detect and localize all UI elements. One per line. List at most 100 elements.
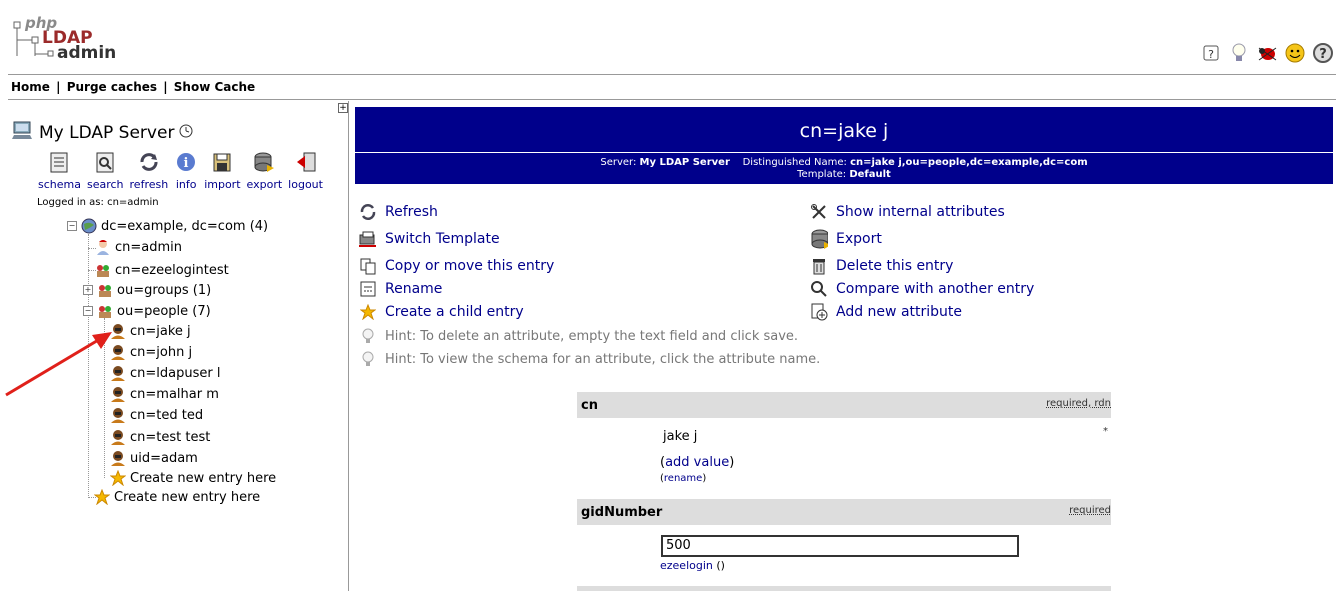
group-icon: [97, 282, 113, 298]
tree-item-person[interactable]: cn=john j: [110, 344, 192, 360]
hint-delete-attribute: Hint: To delete an attribute, empty the …: [359, 327, 798, 345]
header-divider: [8, 74, 1336, 75]
tree-item-cn-admin[interactable]: cn=admin: [95, 239, 182, 255]
attribute-flags: required, rdn: [1046, 398, 1111, 409]
expand-toggle[interactable]: +: [83, 285, 93, 295]
nav-home-link[interactable]: Home: [11, 80, 50, 94]
gidnumber-value-field[interactable]: 500: [661, 535, 1019, 557]
tree-item-person[interactable]: cn=test test: [110, 429, 210, 445]
add-attribute-label: Add new attribute: [836, 304, 963, 320]
rename-action[interactable]: Rename: [359, 280, 442, 298]
template-label: Template:: [797, 169, 847, 180]
smiley-icon[interactable]: [1284, 42, 1306, 64]
tree-item-person[interactable]: cn=ldapuser l: [110, 365, 220, 381]
hint-text: Hint: To view the schema for an attribut…: [385, 351, 821, 367]
create-child-entry-link[interactable]: Create new entry here: [109, 469, 276, 487]
entry-title-box: cn=jake j Server: My LDAP Server Disting…: [355, 107, 1333, 184]
help-icon[interactable]: ?: [1200, 42, 1222, 64]
copy-move-action[interactable]: Copy or move this entry: [359, 257, 554, 275]
switch-template-label: Switch Template: [385, 231, 500, 247]
hint-text: Hint: To delete an attribute, empty the …: [385, 328, 799, 344]
tree-root-dc-example[interactable]: − dc=example, dc=com (4): [67, 218, 268, 234]
tree-item-label: cn=admin: [115, 239, 183, 255]
tree-root-label: dc=example, dc=com (4): [101, 218, 269, 234]
tree-item-ou-people[interactable]: − ou=people (7): [83, 303, 211, 319]
server-header: My LDAP Server: [12, 119, 193, 146]
logout-button[interactable]: logout: [288, 150, 323, 191]
schema-button[interactable]: schema: [38, 150, 81, 191]
show-internal-label: Show internal attributes: [836, 204, 1005, 220]
export-label: Export: [836, 231, 882, 247]
question-icon[interactable]: ?: [1312, 42, 1334, 64]
refresh-icon: [359, 203, 377, 221]
trash-icon: [810, 257, 828, 275]
asterisk-marker: *: [1103, 426, 1108, 437]
export-icon: [810, 229, 828, 249]
show-internal-attributes-action[interactable]: Show internal attributes: [810, 203, 1005, 221]
tree-item-label: cn=test test: [130, 429, 211, 445]
person-icon: [110, 407, 126, 423]
server-name[interactable]: My LDAP Server: [39, 123, 174, 143]
attribute-header-gidnumber: gidNumber required: [577, 499, 1111, 525]
tree-item-label: cn=john j: [130, 344, 193, 360]
import-icon: [210, 150, 234, 174]
attribute-name-cn[interactable]: cn: [581, 398, 598, 413]
hint-bulb-icon[interactable]: [1228, 42, 1250, 64]
tree-item-person[interactable]: uid=adam: [110, 450, 198, 466]
search-button[interactable]: search: [87, 150, 124, 191]
bug-icon[interactable]: [1256, 42, 1278, 64]
switch-template-action[interactable]: Switch Template: [359, 230, 500, 248]
compare-label: Compare with another entry: [836, 281, 1035, 297]
nav-purge-caches-link[interactable]: Purge caches: [67, 80, 157, 94]
entry-meta: Server: My LDAP Server Distinguished Nam…: [355, 157, 1333, 181]
create-child-action[interactable]: Create a child entry: [359, 303, 524, 321]
compare-icon: [810, 280, 828, 298]
title-divider: [355, 152, 1333, 153]
collapse-toggle[interactable]: −: [67, 221, 77, 231]
server-label: Server:: [600, 157, 637, 168]
collapse-toggle[interactable]: −: [83, 306, 93, 316]
compare-entry-action[interactable]: Compare with another entry: [810, 280, 1034, 298]
refresh-button[interactable]: refresh: [130, 150, 168, 191]
add-attribute-action[interactable]: Add new attribute: [810, 303, 962, 321]
tree-item-ou-groups[interactable]: + ou=groups (1): [83, 282, 211, 298]
admin-user-icon: [95, 239, 111, 255]
info-button[interactable]: i info: [174, 150, 198, 191]
export-button[interactable]: export: [246, 150, 283, 191]
tree-item-person[interactable]: cn=ted ted: [110, 407, 203, 423]
dn-label: Distinguished Name:: [742, 157, 847, 168]
svg-text:i: i: [184, 156, 189, 171]
rename-label: Rename: [385, 281, 443, 297]
tree-item-cn-ezeelogintest[interactable]: cn=ezeelogintest: [95, 262, 229, 278]
add-value-link[interactable]: add value: [665, 455, 729, 470]
attribute-name-gidnumber[interactable]: gidNumber: [581, 505, 662, 520]
tree-item-label: cn=ldapuser l: [130, 365, 221, 381]
tree-item-person[interactable]: cn=jake j: [110, 323, 191, 339]
gid-group-link[interactable]: ezeelogin: [660, 559, 713, 572]
collapse-tree-button[interactable]: +: [338, 103, 348, 113]
logout-icon: [294, 150, 318, 174]
phpldapadmin-logo: php LDAP admin: [12, 14, 122, 66]
nav-show-cache-link[interactable]: Show Cache: [174, 80, 255, 94]
tree-item-person[interactable]: cn=malhar m: [110, 386, 219, 402]
import-button[interactable]: import: [204, 150, 241, 191]
tree-item-label: ou=people (7): [117, 303, 211, 319]
export-action[interactable]: Export: [810, 229, 882, 249]
rename-link[interactable]: rename: [664, 473, 702, 484]
tree-item-label: uid=adam: [130, 450, 198, 466]
export-icon: [252, 150, 276, 174]
rename-icon: [359, 280, 377, 298]
server-toolbar: schema search refresh i info import expo…: [38, 150, 323, 191]
attribute-header-cn: cn required, rdn: [577, 392, 1111, 418]
gid-group-suffix: (): [716, 559, 725, 572]
delete-entry-action[interactable]: Delete this entry: [810, 257, 953, 275]
refresh-action[interactable]: Refresh: [359, 203, 438, 221]
export-label: export: [246, 178, 283, 191]
group-icon: [95, 262, 111, 278]
create-root-entry-link[interactable]: Create new entry here: [93, 488, 260, 506]
tree-item-label: cn=malhar m: [130, 386, 219, 402]
copy-move-label: Copy or move this entry: [385, 258, 555, 274]
top-nav: Home | Purge caches | Show Cache: [11, 80, 255, 94]
tools-icon: [810, 203, 828, 221]
cn-value-field[interactable]: jake j: [660, 427, 1015, 449]
